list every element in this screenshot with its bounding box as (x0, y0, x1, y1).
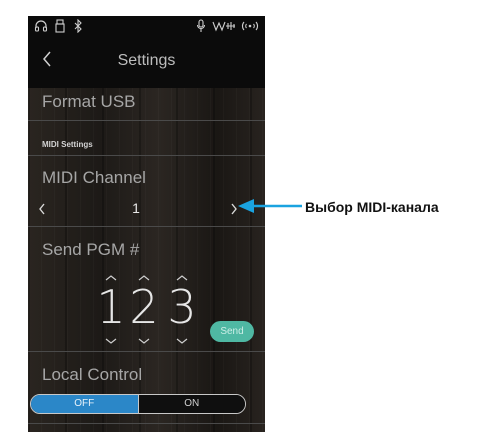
title-bar: Settings (28, 44, 265, 78)
digit1-down-icon[interactable] (104, 337, 118, 345)
sound-mode-icon (212, 21, 235, 32)
divider (28, 351, 265, 352)
send-pgm-label: Send PGM # (42, 240, 140, 259)
microphone-icon (196, 19, 206, 32)
device-screen: Settings Format USB MIDI Settings MIDI C… (28, 16, 265, 432)
midi-settings-heading: MIDI Settings (42, 140, 93, 149)
divider (28, 120, 265, 121)
callout-label: Выбор MIDI-канала (305, 199, 439, 215)
local-control-toggle: OFF ON (30, 394, 246, 414)
wireless-icon (241, 21, 259, 31)
headphones-icon (34, 20, 48, 32)
pgm-digit-3: 3 (167, 280, 197, 334)
digit2-down-icon[interactable] (137, 337, 151, 345)
status-bar (28, 16, 265, 36)
divider (28, 423, 265, 424)
toggle-on-option[interactable]: ON (137, 395, 245, 413)
page-title: Settings (117, 52, 176, 69)
format-usb-item[interactable]: Format USB (42, 92, 136, 112)
divider (28, 226, 265, 227)
send-button[interactable]: Send (210, 321, 254, 342)
midi-channel-label: MIDI Channel (42, 168, 146, 187)
midi-channel-value: 1 (132, 200, 140, 216)
pgm-digit-2: 2 (129, 280, 159, 334)
usb-drive-icon (55, 19, 65, 33)
callout-arrow-icon (238, 199, 302, 213)
divider (28, 155, 265, 156)
pgm-digit-1: 1 (96, 280, 126, 334)
bluetooth-icon (74, 19, 82, 33)
digit3-down-icon[interactable] (175, 337, 189, 345)
local-control-label: Local Control (42, 365, 143, 384)
channel-prev-arrow-icon[interactable] (36, 201, 48, 217)
toggle-off-option[interactable]: OFF (31, 395, 138, 413)
